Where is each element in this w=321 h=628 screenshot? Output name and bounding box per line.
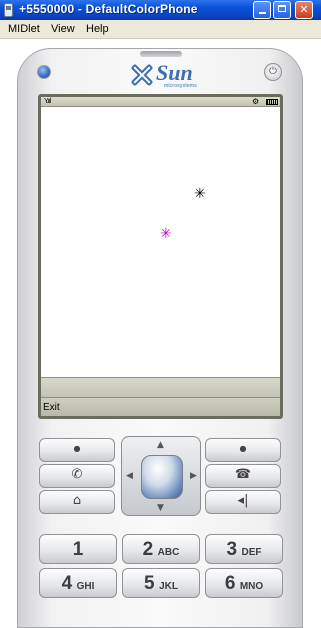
key-letters: GHI <box>76 581 95 592</box>
key-letters: DEF <box>241 547 262 558</box>
sun-logo-icon <box>131 64 153 86</box>
home-button[interactable]: ⌂ <box>39 490 115 514</box>
magenta-star-icon: ✳ <box>160 226 172 242</box>
app-icon <box>4 3 13 17</box>
back-button[interactable]: ◂| <box>205 490 281 514</box>
key-digit: 6 <box>224 573 236 594</box>
window-title: +5550000 - DefaultColorPhone <box>19 2 198 16</box>
status-bar: Y.ııl ⚙ <box>41 97 280 107</box>
phone-body: Sun microsystems ⏻ Y.ııl ⚙ ✳ ✳ Exit ● ✆ … <box>17 48 303 628</box>
midlet-canvas[interactable]: ✳ ✳ <box>41 107 280 377</box>
key-digit: 4 <box>61 573 73 594</box>
key-6[interactable]: 6 MNO <box>205 568 283 598</box>
signal-icon: Y.ııl <box>44 98 51 105</box>
settings-icon: ⚙ <box>252 97 260 106</box>
call-icon: ✆ <box>71 467 83 482</box>
minimize-icon <box>258 12 266 14</box>
call-button[interactable]: ✆ <box>39 464 115 488</box>
menu-bar: MIDlet View Help <box>0 20 321 39</box>
key-letters: JKL <box>159 581 178 592</box>
dot-icon: ● <box>239 444 247 453</box>
close-button[interactable]: ✕ <box>295 1 313 19</box>
maximize-button[interactable] <box>273 1 291 19</box>
softkey-exit-label[interactable]: Exit <box>43 402 60 413</box>
key-digit: 3 <box>226 539 238 560</box>
indicator-light-icon <box>38 66 50 78</box>
key-3[interactable]: 3 DEF <box>205 534 283 564</box>
window-title-bar[interactable]: +5550000 - DefaultColorPhone ✕ <box>0 0 321 20</box>
minimize-button[interactable] <box>253 1 271 19</box>
end-call-icon: ☎ <box>234 467 252 482</box>
menu-midlet[interactable]: MIDlet <box>8 23 40 35</box>
sun-logo: Sun microsystems <box>128 59 208 91</box>
battery-icon <box>266 99 278 105</box>
menu-view[interactable]: View <box>51 23 75 35</box>
back-icon: ◂| <box>237 493 249 508</box>
power-button[interactable]: ⏻ <box>264 63 282 81</box>
black-star-icon: ✳ <box>194 186 206 202</box>
right-softkey[interactable]: ● <box>205 438 281 462</box>
nav-down-arrow-icon[interactable]: ▼ <box>157 503 164 513</box>
maximize-icon <box>278 5 286 12</box>
earpiece <box>140 51 182 57</box>
navigation-pad: ▲ ▼ ◀ ▶ <box>121 436 201 516</box>
ticker-bar <box>41 377 280 397</box>
power-icon: ⏻ <box>269 66 277 77</box>
key-letters: ABC <box>157 547 180 558</box>
menu-help[interactable]: Help <box>86 23 109 35</box>
close-icon: ✕ <box>299 3 309 16</box>
brand-subtitle: microsystems <box>164 83 197 89</box>
dot-icon: ● <box>73 444 81 453</box>
nav-left-arrow-icon[interactable]: ◀ <box>126 471 133 481</box>
phone-screen: Y.ııl ⚙ ✳ ✳ Exit <box>41 97 280 416</box>
key-digit: 1 <box>72 539 84 560</box>
key-digit: 5 <box>144 573 155 594</box>
nav-up-arrow-icon[interactable]: ▲ <box>157 440 164 450</box>
end-call-button[interactable]: ☎ <box>205 464 281 488</box>
key-1[interactable]: 1 <box>39 534 117 564</box>
home-icon: ⌂ <box>72 493 82 508</box>
key-4[interactable]: 4 GHI <box>39 568 117 598</box>
key-digit: 2 <box>142 539 154 560</box>
key-letters: MNO <box>239 581 264 592</box>
key-2[interactable]: 2 ABC <box>122 534 200 564</box>
key-5[interactable]: 5 JKL <box>122 568 200 598</box>
softkey-bar: Exit <box>41 397 280 416</box>
nav-right-arrow-icon[interactable]: ▶ <box>190 471 197 481</box>
left-softkey[interactable]: ● <box>39 438 115 462</box>
nav-select-button[interactable] <box>141 455 183 499</box>
